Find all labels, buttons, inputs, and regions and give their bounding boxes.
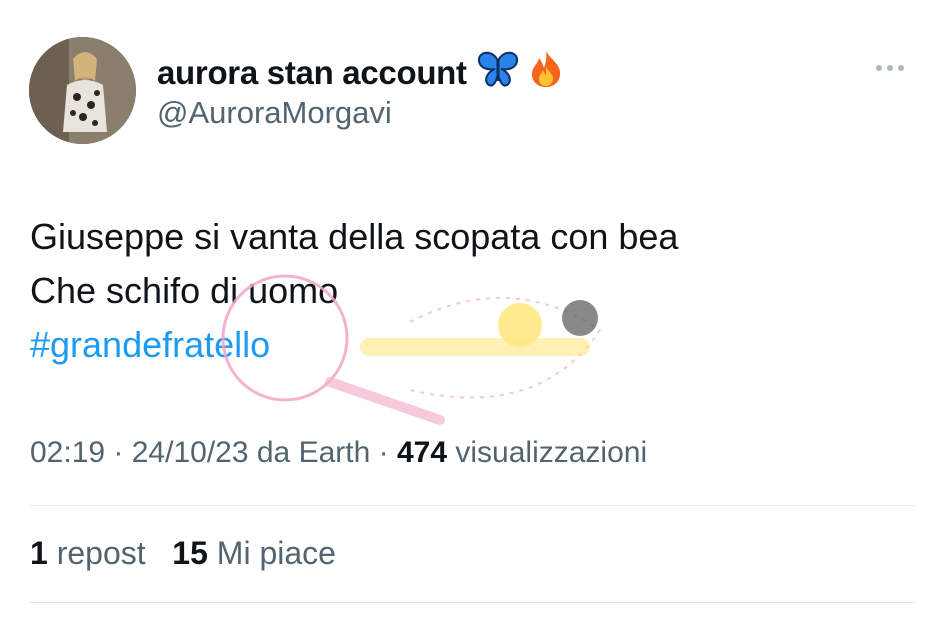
hashtag-link[interactable]: #grandefratello	[30, 318, 678, 372]
separator-dot: ·	[378, 436, 397, 469]
engagement-stats: 1 repost 15 Mi piace	[30, 535, 336, 572]
reposts-label: repost	[56, 535, 146, 571]
tweet-line-1: Giuseppe si vanta della scopata con bea	[30, 216, 679, 257]
avatar[interactable]	[29, 37, 136, 144]
tweet-metadata: 02:19 · 24/10/23 da Earth · 474 visualiz…	[30, 436, 647, 470]
tweet-date[interactable]: 24/10/23	[132, 436, 249, 469]
divider	[30, 602, 916, 603]
tweet-line-2: Che schifo di uomo	[30, 270, 339, 311]
more-options-icon[interactable]	[876, 58, 916, 78]
tweet-source: da Earth	[256, 436, 371, 469]
author-display-name[interactable]: aurora stan account	[157, 50, 563, 96]
reposts-link[interactable]: 1 repost	[30, 535, 146, 571]
author-handle[interactable]: @AuroraMorgavi	[157, 95, 392, 131]
display-name-text: aurora stan account	[157, 54, 467, 91]
separator-dot: ·	[113, 436, 132, 469]
reposts-count: 1	[30, 535, 48, 571]
likes-count: 15	[172, 535, 208, 571]
views-count: 474	[396, 436, 448, 469]
divider	[30, 505, 916, 506]
likes-label: Mi piace	[216, 535, 336, 571]
butterfly-icon	[477, 51, 519, 95]
views-label: visualizzazioni	[455, 436, 648, 469]
tweet-text: Giuseppe si vanta della scopata con bea …	[30, 210, 678, 372]
tweet-time[interactable]: 02:19	[30, 436, 105, 469]
likes-link[interactable]: 15 Mi piace	[172, 535, 336, 571]
fire-icon	[529, 50, 563, 96]
